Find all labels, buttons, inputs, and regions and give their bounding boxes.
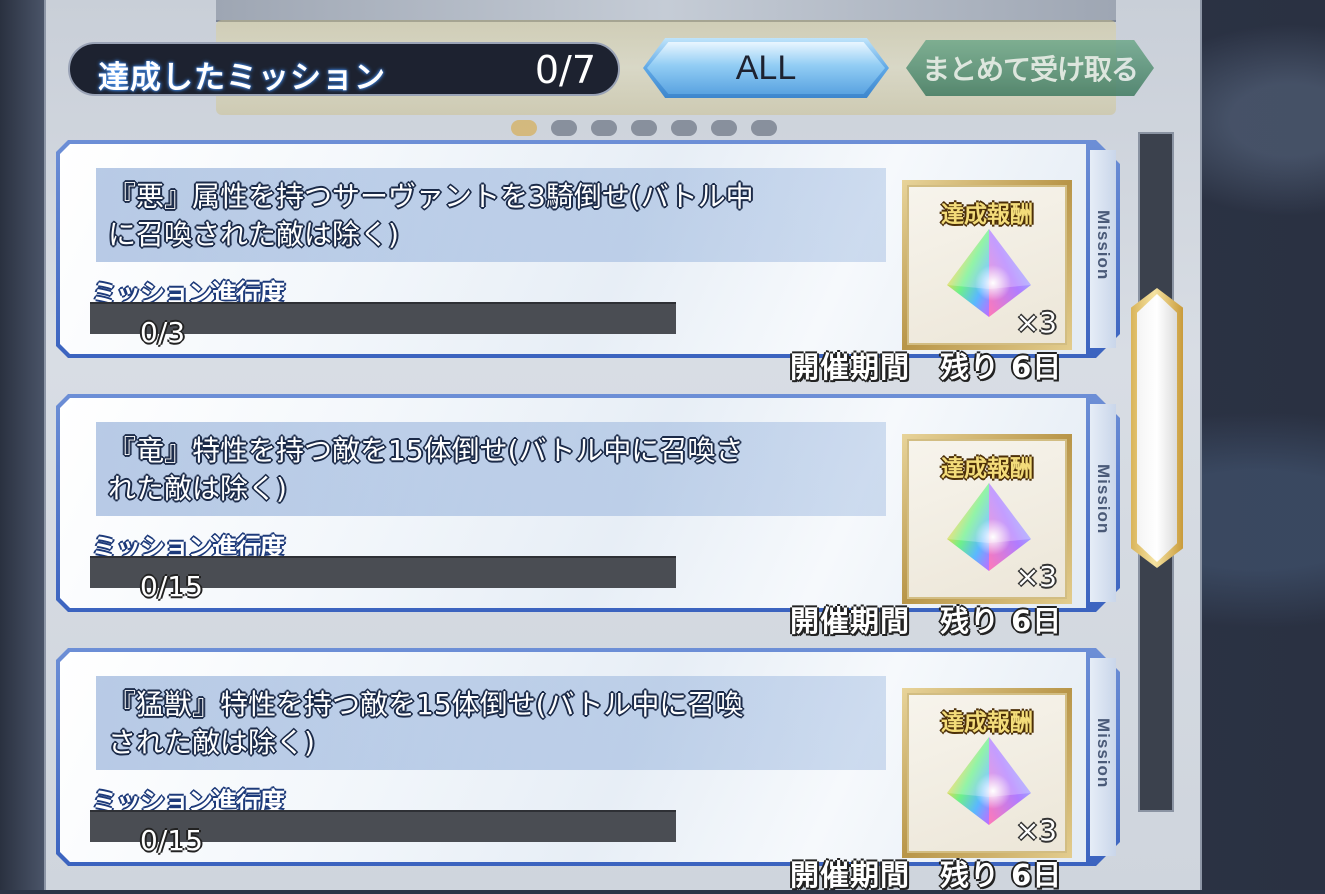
page-dot[interactable] xyxy=(631,120,657,136)
achieved-missions-count: 0/7 xyxy=(534,48,596,92)
mission-description-line: された敵は除く) xyxy=(108,726,315,759)
mission-description-line: 『猛獣』特性を持つ敵を15体倒せ(バトル中に召喚 xyxy=(108,688,744,721)
page-dot[interactable] xyxy=(511,120,537,136)
reward-quantity: ×3 xyxy=(1015,560,1057,593)
mission-description-line: 『竜』特性を持つ敵を15体倒せ(バトル中に召喚さ xyxy=(108,434,744,467)
reward-box[interactable]: 達成報酬 ×3 xyxy=(902,688,1072,858)
page-dot[interactable] xyxy=(551,120,577,136)
reward-title: 達成報酬 xyxy=(941,456,1033,482)
mission-progress-text: 0/15 xyxy=(140,824,203,857)
page-dot[interactable] xyxy=(711,120,737,136)
reward-box[interactable]: 達成報酬 ×3 xyxy=(902,180,1072,350)
reward-box[interactable]: 達成報酬 ×3 xyxy=(902,434,1072,604)
panel-title-bar xyxy=(216,0,1116,22)
achieved-missions-label: 達成したミッション xyxy=(98,60,386,96)
mission-progress-text: 0/15 xyxy=(140,570,203,603)
achieved-missions-counter: 達成したミッション 0/7 xyxy=(68,42,620,96)
mission-description: 『猛獣』特性を持つ敵を15体倒せ(バトル中に召喚 された敵は除く) xyxy=(108,686,848,762)
mission-description: 『竜』特性を持つ敵を15体倒せ(バトル中に召喚さ れた敵は除く) xyxy=(108,432,848,508)
mission-progress-text: 0/3 xyxy=(140,316,186,349)
page-dot[interactable] xyxy=(751,120,777,136)
reward-title: 達成報酬 xyxy=(941,202,1033,228)
filter-all-button[interactable]: ALL xyxy=(643,38,889,98)
scrollbar-thumb[interactable] xyxy=(1131,288,1183,568)
receive-all-label: まとめて受け取る xyxy=(921,53,1139,86)
reward-quantity: ×3 xyxy=(1015,814,1057,847)
page-dot[interactable] xyxy=(671,120,697,136)
receive-all-button[interactable]: まとめて受け取る xyxy=(906,40,1154,96)
background-strip xyxy=(0,0,44,890)
mission-period: 開催期間 残り 6日 xyxy=(790,858,1063,892)
scrollbar-thumb-face xyxy=(1137,294,1177,562)
mission-side-label: Mission xyxy=(1094,718,1113,789)
filter-all-label: ALL xyxy=(735,48,797,87)
mission-card[interactable]: Mission 『竜』特性を持つ敵を15体倒せ(バトル中に召喚さ れた敵は除く)… xyxy=(56,394,1120,638)
mission-side-label: Mission xyxy=(1094,210,1113,281)
mission-description-line: に召喚された敵は除く) xyxy=(108,218,399,251)
mission-description-line: れた敵は除く) xyxy=(108,472,287,505)
reward-quantity: ×3 xyxy=(1015,306,1057,339)
mission-period: 開催期間 残り 6日 xyxy=(790,350,1063,384)
mission-card[interactable]: Mission 『猛獣』特性を持つ敵を15体倒せ(バトル中に召喚 された敵は除く… xyxy=(56,648,1120,892)
reward-box-inner: 達成報酬 ×3 xyxy=(907,185,1067,345)
mission-card[interactable]: Mission 『悪』属性を持つサーヴァントを3騎倒せ(バトル中 に召喚された敵… xyxy=(56,140,1120,384)
mission-side-label: Mission xyxy=(1094,464,1113,535)
page-dot[interactable] xyxy=(591,120,617,136)
banner-page-dots xyxy=(511,120,777,136)
reward-box-inner: 達成報酬 ×3 xyxy=(907,693,1067,853)
mission-description: 『悪』属性を持つサーヴァントを3騎倒せ(バトル中 に召喚された敵は除く) xyxy=(108,178,848,254)
reward-box-inner: 達成報酬 ×3 xyxy=(907,439,1067,599)
mission-description-line: 『悪』属性を持つサーヴァントを3騎倒せ(バトル中 xyxy=(108,180,754,213)
mission-period: 開催期間 残り 6日 xyxy=(790,604,1063,638)
reward-title: 達成報酬 xyxy=(941,710,1033,736)
